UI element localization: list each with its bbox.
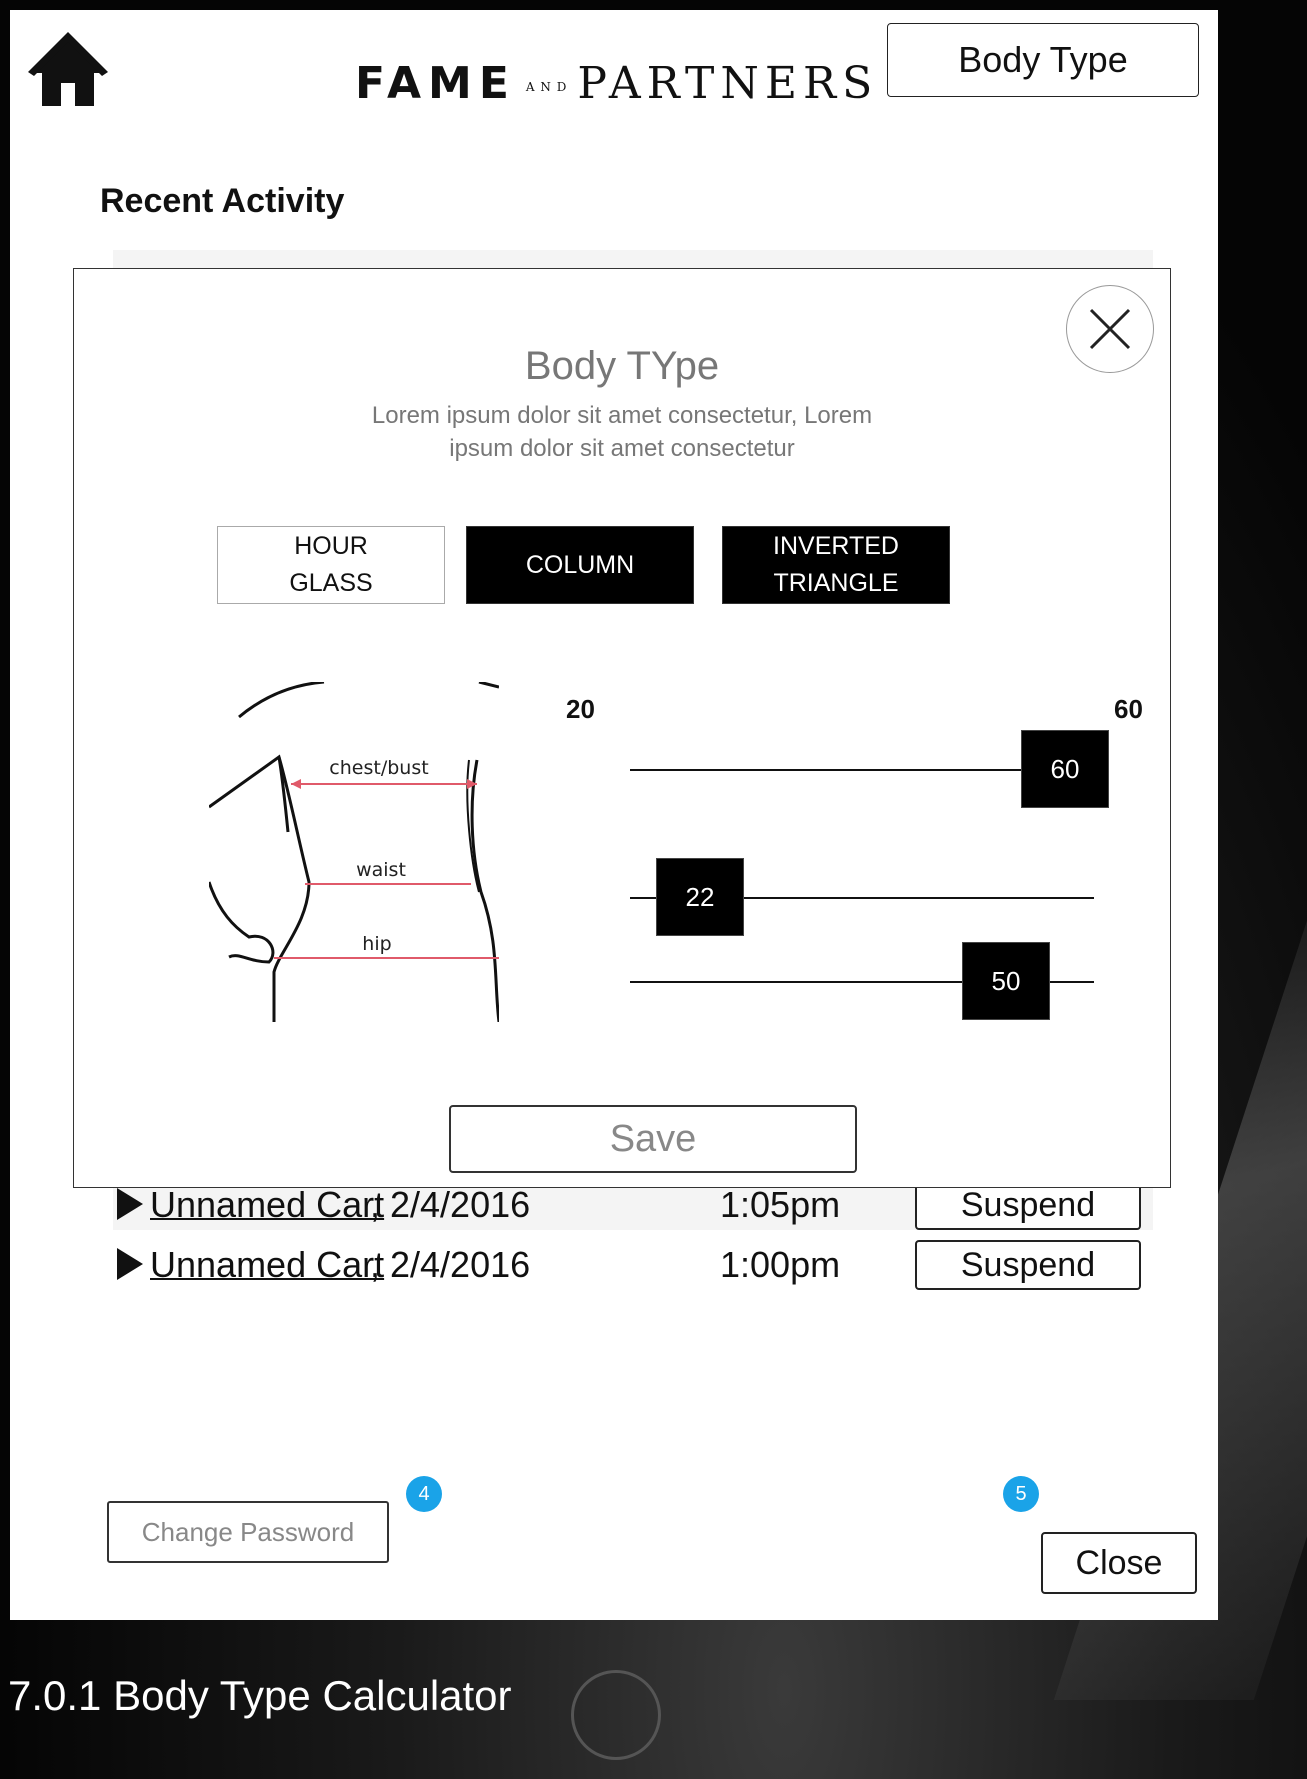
waist-label: waist — [356, 859, 406, 881]
chest-slider-handle[interactable]: 60 — [1021, 730, 1109, 808]
home-icon[interactable] — [28, 28, 108, 108]
suspend-button[interactable]: Suspend — [915, 1240, 1141, 1290]
body-type-modal: Body TYpe Lorem ipsum dolor sit amet con… — [73, 268, 1171, 1188]
recent-activity-title: Recent Activity — [100, 182, 345, 220]
close-button[interactable]: Close — [1041, 1532, 1197, 1594]
type-label: COLUMN — [525, 550, 635, 579]
slide-caption: 7.0.1 Body Type Calculator — [8, 1672, 512, 1719]
chest-bust-label: chest/bust — [329, 757, 428, 779]
chest-slider-track[interactable] — [630, 769, 1030, 771]
cart-date: , 2/4/2016 — [370, 1244, 531, 1285]
cart-time: 1:05pm — [720, 1184, 841, 1225]
waist-slider-handle[interactable]: 22 — [656, 858, 744, 936]
change-password-button[interactable]: Change Password — [107, 1501, 389, 1563]
slider-value: 50 — [991, 965, 1021, 996]
body-type-button[interactable]: Body Type — [887, 23, 1199, 97]
cart-date: , 2/4/2016 — [370, 1184, 531, 1225]
annotation-badge-4: 4 — [406, 1476, 442, 1512]
expand-arrow-icon[interactable] — [115, 1246, 145, 1282]
type-column-button[interactable]: COLUMN — [466, 526, 694, 604]
range-min-label: 20 — [566, 694, 595, 724]
type-label: HOUR GLASS — [289, 532, 373, 597]
brand-partners: PARTNERS — [577, 58, 879, 109]
slider-value: 60 — [1050, 753, 1080, 784]
cart-name-link[interactable]: Unnamed Cart — [150, 1184, 384, 1226]
brand-and: A N D — [525, 79, 568, 94]
activity-row: Unnamed Cart , 2/4/2016 1:05pm Suspend — [115, 1180, 1155, 1236]
cart-time: 1:00pm — [720, 1244, 841, 1285]
modal-title: Body TYpe — [524, 344, 720, 388]
type-label: INVERTED TRIANGLE — [773, 532, 899, 597]
type-hour-glass-button[interactable]: HOUR GLASS — [217, 526, 445, 604]
brand-fame: FAME — [355, 58, 516, 109]
device-home-button[interactable] — [571, 1670, 661, 1760]
annotation-badge-5: 5 — [1003, 1476, 1039, 1512]
modal-subtitle: Lorem ipsum dolor sit amet consectetur, … — [371, 402, 873, 462]
range-max-label: 60 — [1114, 694, 1143, 724]
hip-label: hip — [362, 933, 391, 955]
brand-logo: FAME A N D PARTNERS — [355, 58, 872, 118]
hip-slider-handle[interactable]: 50 — [962, 942, 1050, 1020]
cart-name-link[interactable]: Unnamed Cart — [150, 1244, 384, 1286]
type-inverted-triangle-button[interactable]: INVERTED TRIANGLE — [722, 526, 950, 604]
expand-arrow-icon[interactable] — [115, 1186, 145, 1222]
device-screen: FAME A N D PARTNERS Body Type Recent Activ… — [10, 10, 1218, 1620]
body-measurement-figure: chest/bust waist hip — [209, 682, 499, 1022]
slider-value: 22 — [685, 881, 715, 912]
save-button[interactable]: Save — [449, 1105, 857, 1173]
activity-row: Unnamed Cart , 2/4/2016 1:00pm Suspend — [115, 1240, 1155, 1296]
